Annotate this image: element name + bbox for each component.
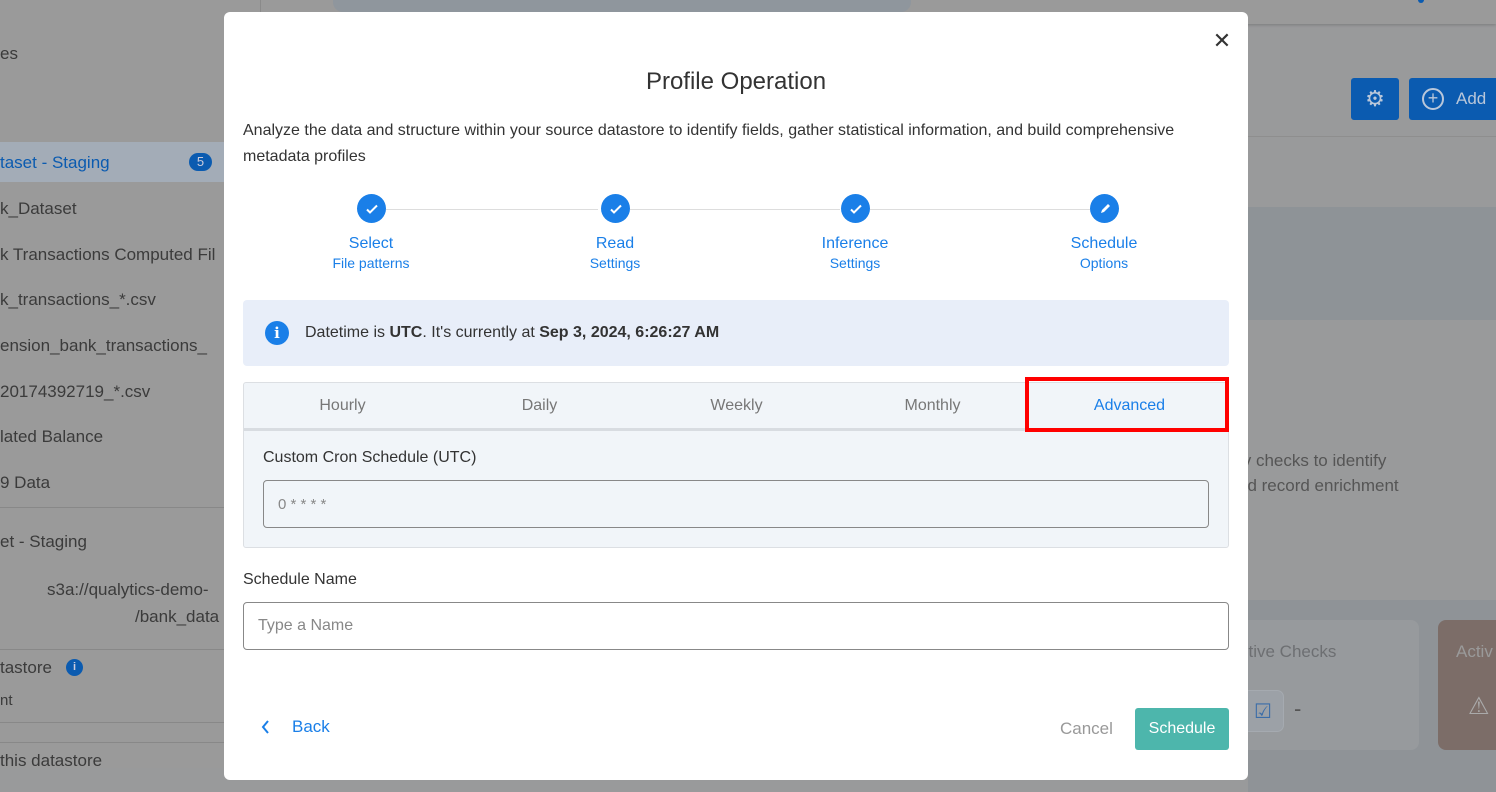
timezone-info-text: Datetime is UTC. It's currently at Sep 3…	[305, 324, 720, 341]
cron-input[interactable]: 0 * * * *	[263, 480, 1209, 528]
info-icon: i	[265, 321, 289, 345]
tab-weekly[interactable]: Weekly	[638, 383, 835, 429]
divider	[0, 722, 260, 723]
path-text: /bank_data	[135, 607, 220, 626]
anomalies-card[interactable]: Activ ⚠	[1438, 620, 1496, 750]
schedule-name-input[interactable]: Type a Name	[243, 602, 1229, 650]
banner	[1248, 207, 1496, 320]
step-inference: Inference Settings	[821, 235, 889, 271]
sidebar-item[interactable]: ension_bank_transactions_	[0, 336, 207, 356]
highlight-box	[1025, 377, 1229, 432]
cron-placeholder: 0 * * * *	[278, 495, 327, 513]
modal-title: Profile Operation	[645, 68, 827, 95]
active-checks-card[interactable]: ctive Checks ☑ -	[1230, 620, 1419, 750]
back-button[interactable]: Back	[260, 717, 330, 737]
cron-label: Custom Cron Schedule (UTC)	[263, 449, 477, 466]
sidebar-value: nt	[0, 692, 13, 709]
tab-hourly[interactable]: Hourly	[244, 383, 441, 429]
plus-circle-icon: +	[1422, 88, 1444, 110]
info-icon[interactable]: i	[66, 659, 83, 676]
divider	[1248, 136, 1496, 137]
step-read: Read Settings	[589, 235, 641, 271]
cancel-button[interactable]: Cancel	[1060, 719, 1113, 739]
tab-daily[interactable]: Daily	[441, 383, 638, 429]
search-bar	[333, 0, 911, 12]
sidebar-item: et - Staging	[0, 532, 87, 551]
sidebar-item[interactable]: 20174392719_*.csv	[0, 382, 150, 402]
divider	[0, 649, 260, 650]
schedule-button[interactable]: Schedule	[1135, 708, 1229, 750]
divider	[0, 742, 260, 743]
step-connector	[630, 209, 840, 210]
modal-description: Analyze the data and structure within yo…	[243, 122, 1175, 165]
sidebar-item[interactable]: taset - Staging	[0, 153, 110, 173]
sidebar-heading: es	[0, 44, 18, 63]
card-title: ctive Checks	[1240, 642, 1337, 661]
path-text: s3a://qualytics-demo-	[47, 580, 209, 599]
pencil-icon	[1090, 194, 1119, 223]
check-icon	[841, 194, 870, 223]
card-value: -	[1294, 696, 1302, 721]
gear-icon: ⚙	[1365, 86, 1385, 111]
sidebar-label: tastore	[0, 658, 52, 677]
sidebar-label: this datastore	[0, 751, 103, 770]
schedule-name-placeholder: Type a Name	[258, 617, 354, 634]
background-description: ty checks to identify nd record enrichmen…	[1238, 451, 1399, 495]
check-icon	[357, 194, 386, 223]
divider	[0, 507, 260, 508]
count-badge: 5	[189, 153, 212, 171]
add-label: Add	[1456, 89, 1487, 108]
add-button[interactable]: + Add	[1409, 78, 1496, 120]
close-icon[interactable]: ✕	[1212, 28, 1232, 53]
check-icon: ☑	[1242, 690, 1284, 732]
schedule-name-label: Schedule Name	[243, 571, 357, 588]
step-select: Select File patterns	[332, 235, 410, 271]
sidebar: es taset - Staging 5 k_Dataset k Transac…	[0, 0, 261, 770]
settings-button[interactable]: ⚙	[1351, 78, 1399, 120]
card-title: Activ	[1456, 642, 1493, 661]
tab-monthly[interactable]: Monthly	[834, 383, 1031, 429]
sidebar-item[interactable]: 9 Data	[0, 473, 50, 493]
step-schedule: Schedule Options	[1070, 235, 1138, 271]
sidebar-item[interactable]: k_transactions_*.csv	[0, 290, 156, 310]
chevron-left-icon	[261, 720, 269, 734]
step-connector	[386, 209, 598, 210]
step-connector	[870, 209, 1090, 210]
sidebar-item[interactable]: k_Dataset	[0, 199, 77, 219]
timezone-info-banner: i Datetime is UTC. It's currently at Sep…	[243, 300, 1229, 366]
sidebar-item[interactable]: lated Balance	[0, 427, 103, 447]
profile-operation-modal: Profile Operation ✕ Analyze the data and…	[224, 12, 1248, 780]
back-label: Back	[292, 717, 330, 736]
check-icon	[601, 194, 630, 223]
sidebar-item[interactable]: k Transactions Computed Fil	[0, 245, 215, 265]
warning-icon: ⚠	[1468, 693, 1490, 720]
